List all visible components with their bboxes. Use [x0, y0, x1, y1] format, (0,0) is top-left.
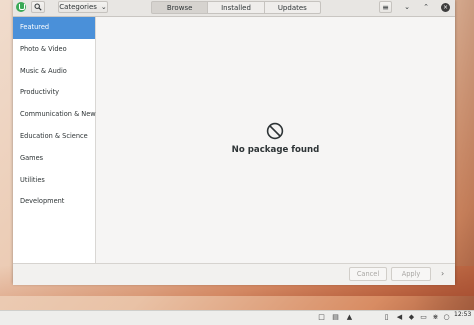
clock[interactable]: 12:53 — [454, 311, 471, 318]
tab-installed[interactable]: Installed — [208, 1, 265, 14]
search-icon — [34, 3, 42, 11]
sidebar-item-music-audio[interactable]: Music & Audio — [13, 61, 95, 83]
main-content: No package found — [96, 17, 455, 263]
sidebar-item-label: Productivity — [20, 88, 60, 97]
sidebar-item-utilities[interactable]: Utilities — [13, 170, 95, 192]
sidebar-item-photo-video[interactable]: Photo & Video — [13, 39, 95, 61]
chevron-right-icon[interactable]: › — [441, 269, 444, 278]
view-switcher: Browse Installed Updates — [151, 1, 321, 14]
sidebar-item-education-science[interactable]: Education & Science — [13, 126, 95, 148]
empty-state-message: No package found — [231, 145, 320, 155]
menu-button[interactable]: ≡ — [379, 1, 392, 13]
chevron-down-icon: ⌄ — [100, 3, 107, 11]
category-sidebar: Featured Photo & Video Music & Audio Pro… — [13, 17, 99, 263]
sidebar-item-label: Music & Audio — [20, 66, 67, 75]
cancel-label: Cancel — [356, 270, 380, 278]
categories-dropdown[interactable]: Categories ⌄ — [58, 1, 108, 13]
sidebar-item-label: Photo & Video — [20, 44, 67, 53]
cancel-button[interactable]: Cancel — [349, 267, 387, 281]
maximize-icon: ⌃ — [423, 3, 429, 11]
sidebar-item-label: Communication & News — [20, 110, 100, 119]
close-icon: × — [442, 4, 449, 11]
notification-icon[interactable]: ○ — [443, 314, 450, 321]
minimize-icon: ⌄ — [404, 3, 410, 11]
sidebar-item-communication-news[interactable]: Communication & News — [13, 104, 99, 126]
sidebar-item-label: Education & Science — [20, 131, 88, 140]
minimize-button[interactable]: ⌄ — [402, 2, 412, 12]
sidebar-item-label: Featured — [20, 23, 50, 31]
bluetooth-icon[interactable]: ⋇ — [432, 314, 439, 321]
tab-browse[interactable]: Browse — [151, 1, 209, 14]
sidebar-item-development[interactable]: Development — [13, 191, 95, 213]
sidebar-item-label: Games — [20, 153, 44, 162]
close-button[interactable]: × — [441, 3, 450, 12]
sidebar-item-featured[interactable]: Featured — [13, 17, 95, 39]
window-icon[interactable]: □ — [318, 314, 325, 321]
display-icon[interactable]: ▭ — [420, 314, 427, 321]
maximize-button[interactable]: ⌃ — [421, 2, 431, 12]
apply-button[interactable]: Apply — [391, 267, 431, 281]
hamburger-menu-icon: ≡ — [382, 2, 389, 12]
shield-icon[interactable]: ◆ — [408, 314, 415, 321]
system-taskbar: □ ▤ ▲ ▯ ◀ ◆ ▭ ⋇ ○ 12:53 — [0, 310, 474, 325]
tab-installed-label: Installed — [221, 3, 251, 12]
search-button[interactable] — [31, 1, 45, 13]
action-bar: Cancel Apply › — [13, 263, 455, 285]
tab-updates-label: Updates — [277, 3, 307, 12]
sidebar-item-label: Utilities — [20, 175, 45, 184]
apply-label: Apply — [401, 270, 421, 278]
software-center-window: Categories ⌄ Browse Installed Updates ≡ … — [13, 0, 455, 285]
volume-icon[interactable]: ◀ — [396, 314, 403, 321]
no-entry-icon — [266, 122, 284, 140]
tab-updates[interactable]: Updates — [264, 1, 321, 14]
sidebar-item-games[interactable]: Games — [13, 148, 95, 170]
sidebar-item-productivity[interactable]: Productivity — [13, 82, 95, 104]
network-icon[interactable]: ▲ — [346, 314, 353, 321]
clock-time: 12:53 — [454, 311, 472, 318]
battery-icon[interactable]: ▯ — [383, 314, 390, 321]
sidebar-item-label: Development — [20, 197, 65, 206]
app-icon — [16, 2, 26, 12]
tab-browse-label: Browse — [166, 3, 193, 12]
clipboard-icon[interactable]: ▤ — [332, 314, 339, 321]
categories-label: Categories — [59, 3, 97, 11]
header-bar: Categories ⌄ Browse Installed Updates ≡ … — [13, 0, 455, 17]
